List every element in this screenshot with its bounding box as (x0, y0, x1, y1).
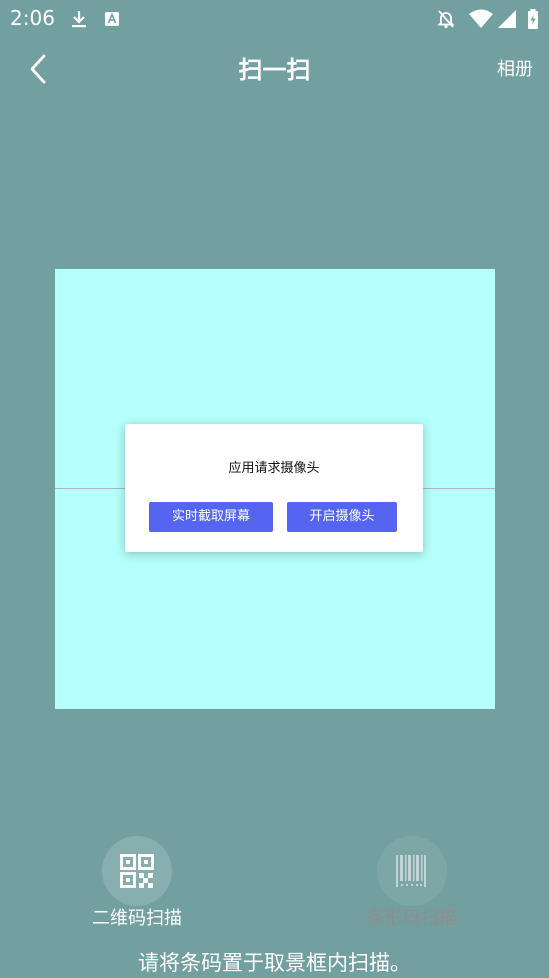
barcode-icon (396, 855, 426, 887)
signal-icon (498, 10, 516, 28)
open-camera-button[interactable]: 开启摄像头 (287, 502, 397, 532)
barcode-mode-label: 条形码扫描 (367, 908, 457, 929)
album-button[interactable]: 相册 (497, 58, 533, 82)
a-notification-icon (105, 12, 119, 26)
scan-hint: 请将条码置于取景框内扫描。 (138, 951, 411, 975)
camera-request-dialog: 应用请求摄像头 实时截取屏幕 开启摄像头 (125, 424, 423, 552)
qr-mode-label: 二维码扫描 (92, 908, 182, 929)
bell-off-icon (437, 10, 455, 29)
battery-charging-icon (528, 9, 538, 29)
status-time: 2:06 (10, 6, 55, 30)
barcode-mode-button[interactable] (377, 836, 447, 906)
page-title: 扫一扫 (238, 56, 311, 84)
dialog-message: 应用请求摄像头 (228, 461, 320, 476)
status-bar: 2:06 (0, 0, 549, 38)
wifi-icon (469, 9, 493, 28)
download-icon (72, 11, 86, 28)
capture-screen-button[interactable]: 实时截取屏幕 (149, 502, 273, 532)
qr-mode-button[interactable] (102, 836, 172, 906)
qr-code-icon (120, 854, 154, 888)
